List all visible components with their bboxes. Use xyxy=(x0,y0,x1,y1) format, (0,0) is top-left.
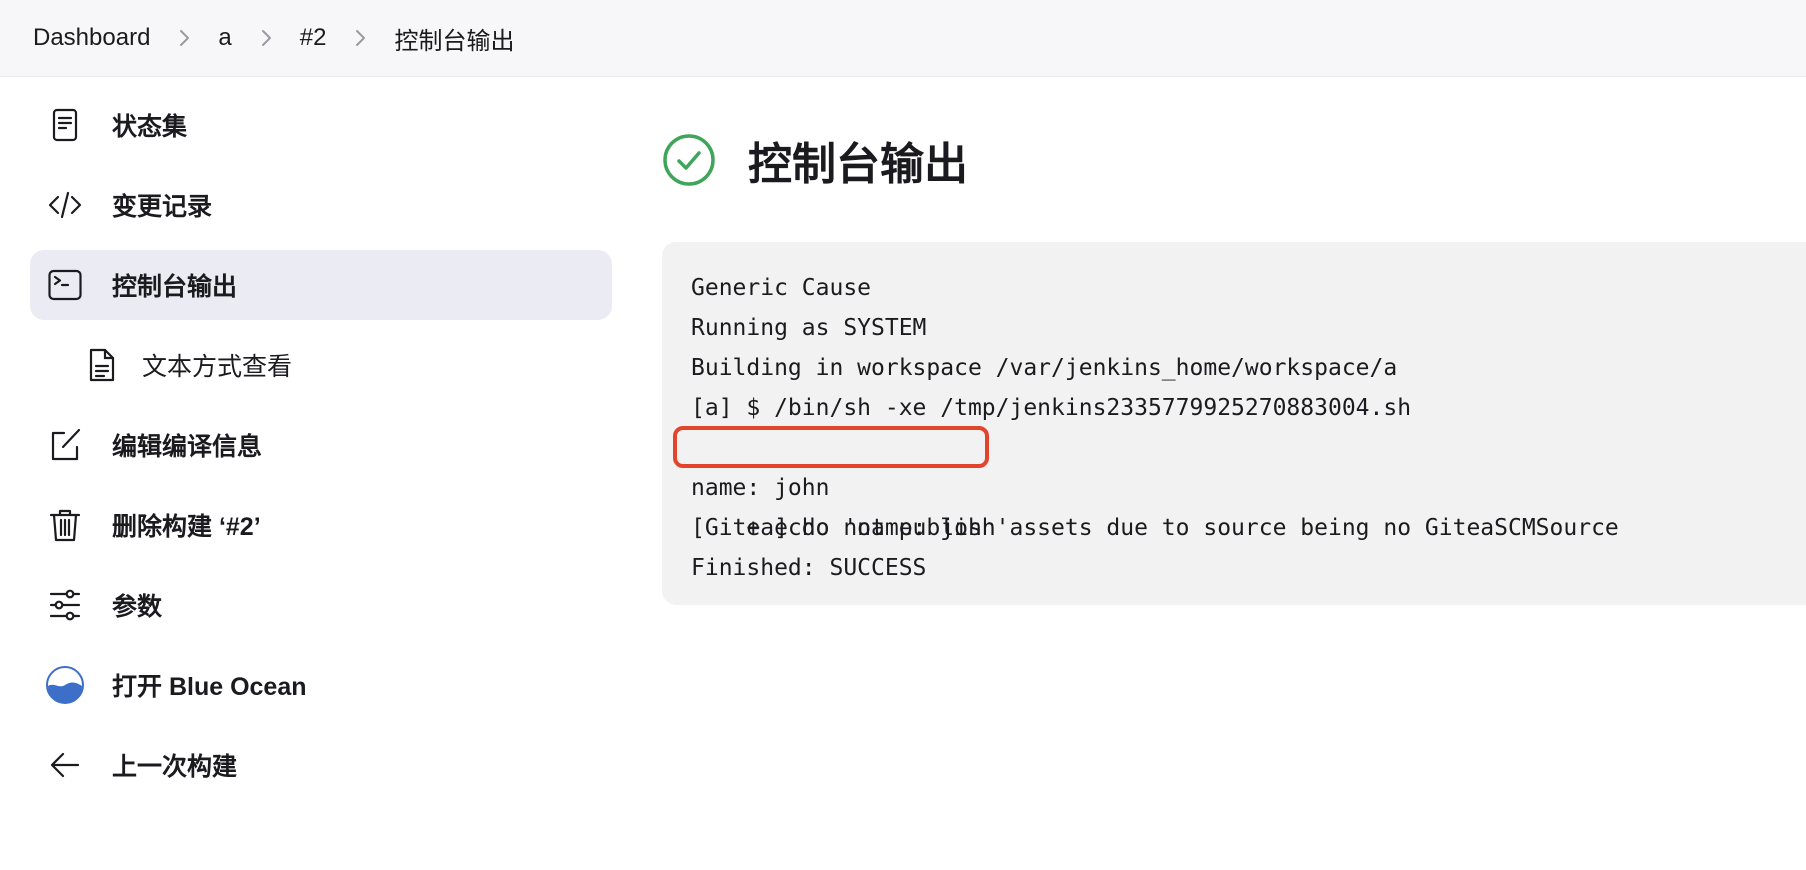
sidebar-item-previous-build[interactable]: 上一次构建 xyxy=(30,730,612,800)
title-row: 控制台输出 xyxy=(662,130,968,190)
edit-icon xyxy=(48,428,82,462)
breadcrumb-dashboard[interactable]: Dashboard xyxy=(33,24,150,52)
main-content: 控制台输出 xyxy=(662,130,968,190)
trash-icon xyxy=(48,508,82,542)
sidebar-item-label: 控制台输出 xyxy=(112,273,238,301)
sidebar-item-label: 上一次构建 xyxy=(112,753,238,781)
breadcrumb-build[interactable]: #2 xyxy=(300,24,327,52)
page-title: 控制台输出 xyxy=(748,140,968,189)
console-output[interactable]: Generic Cause Running as SYSTEM Building… xyxy=(662,242,1806,605)
console-line-highlighted: + echo 'name: john' xyxy=(673,426,1806,541)
highlight-box xyxy=(673,426,989,468)
sidebar-item-blue-ocean[interactable]: 打开 Blue Ocean xyxy=(30,650,612,720)
chevron-right-icon xyxy=(350,28,370,48)
terminal-icon xyxy=(48,268,82,302)
breadcrumb: Dashboard a #2 控制台输出 xyxy=(0,0,1806,77)
document-icon xyxy=(48,108,82,142)
sidebar-item-status[interactable]: 状态集 xyxy=(30,90,612,160)
chevron-right-icon xyxy=(174,28,194,48)
sidebar-item-edit-build-info[interactable]: 编辑编译信息 xyxy=(30,410,612,480)
sidebar-item-label: 参数 xyxy=(112,593,163,621)
file-text-icon xyxy=(84,348,118,382)
sidebar: 状态集 变更记录 控制台输出 文本方式查看 编辑编译信息 删除构建 ‘#2’ 参… xyxy=(30,90,612,810)
sidebar-item-label: 打开 Blue Ocean xyxy=(112,673,307,701)
blue-ocean-icon xyxy=(46,666,84,704)
sidebar-item-delete-build[interactable]: 删除构建 ‘#2’ xyxy=(30,490,612,560)
sidebar-item-console-output[interactable]: 控制台输出 xyxy=(30,250,612,320)
sidebar-item-changes[interactable]: 变更记录 xyxy=(30,170,612,240)
arrow-left-icon xyxy=(48,748,82,782)
console-line: Running as SYSTEM xyxy=(691,315,927,341)
code-icon xyxy=(48,188,82,222)
breadcrumb-current[interactable]: 控制台输出 xyxy=(394,21,514,56)
sidebar-item-label: 变更记录 xyxy=(112,193,213,221)
console-line: [Gitea] do not publish assets due to sou… xyxy=(691,515,1619,541)
console-line: Finished: SUCCESS xyxy=(691,555,927,581)
sliders-icon xyxy=(48,588,82,622)
console-line: Building in workspace /var/jenkins_home/… xyxy=(691,355,1398,381)
sidebar-item-label: 删除构建 ‘#2’ xyxy=(112,513,261,541)
console-line: name: john xyxy=(691,475,830,501)
sidebar-item-label: 编辑编译信息 xyxy=(112,433,263,461)
breadcrumb-job[interactable]: a xyxy=(218,24,231,52)
console-line: Generic Cause xyxy=(691,275,872,301)
sidebar-item-label: 文本方式查看 xyxy=(142,353,293,381)
sidebar-item-parameters[interactable]: 参数 xyxy=(30,570,612,640)
success-check-icon xyxy=(662,133,716,187)
console-line: [a] $ /bin/sh -xe /tmp/jenkins2335779925… xyxy=(691,395,1412,421)
sidebar-item-view-as-text[interactable]: 文本方式查看 xyxy=(30,330,612,400)
sidebar-item-label: 状态集 xyxy=(112,113,188,141)
chevron-right-icon xyxy=(256,28,276,48)
